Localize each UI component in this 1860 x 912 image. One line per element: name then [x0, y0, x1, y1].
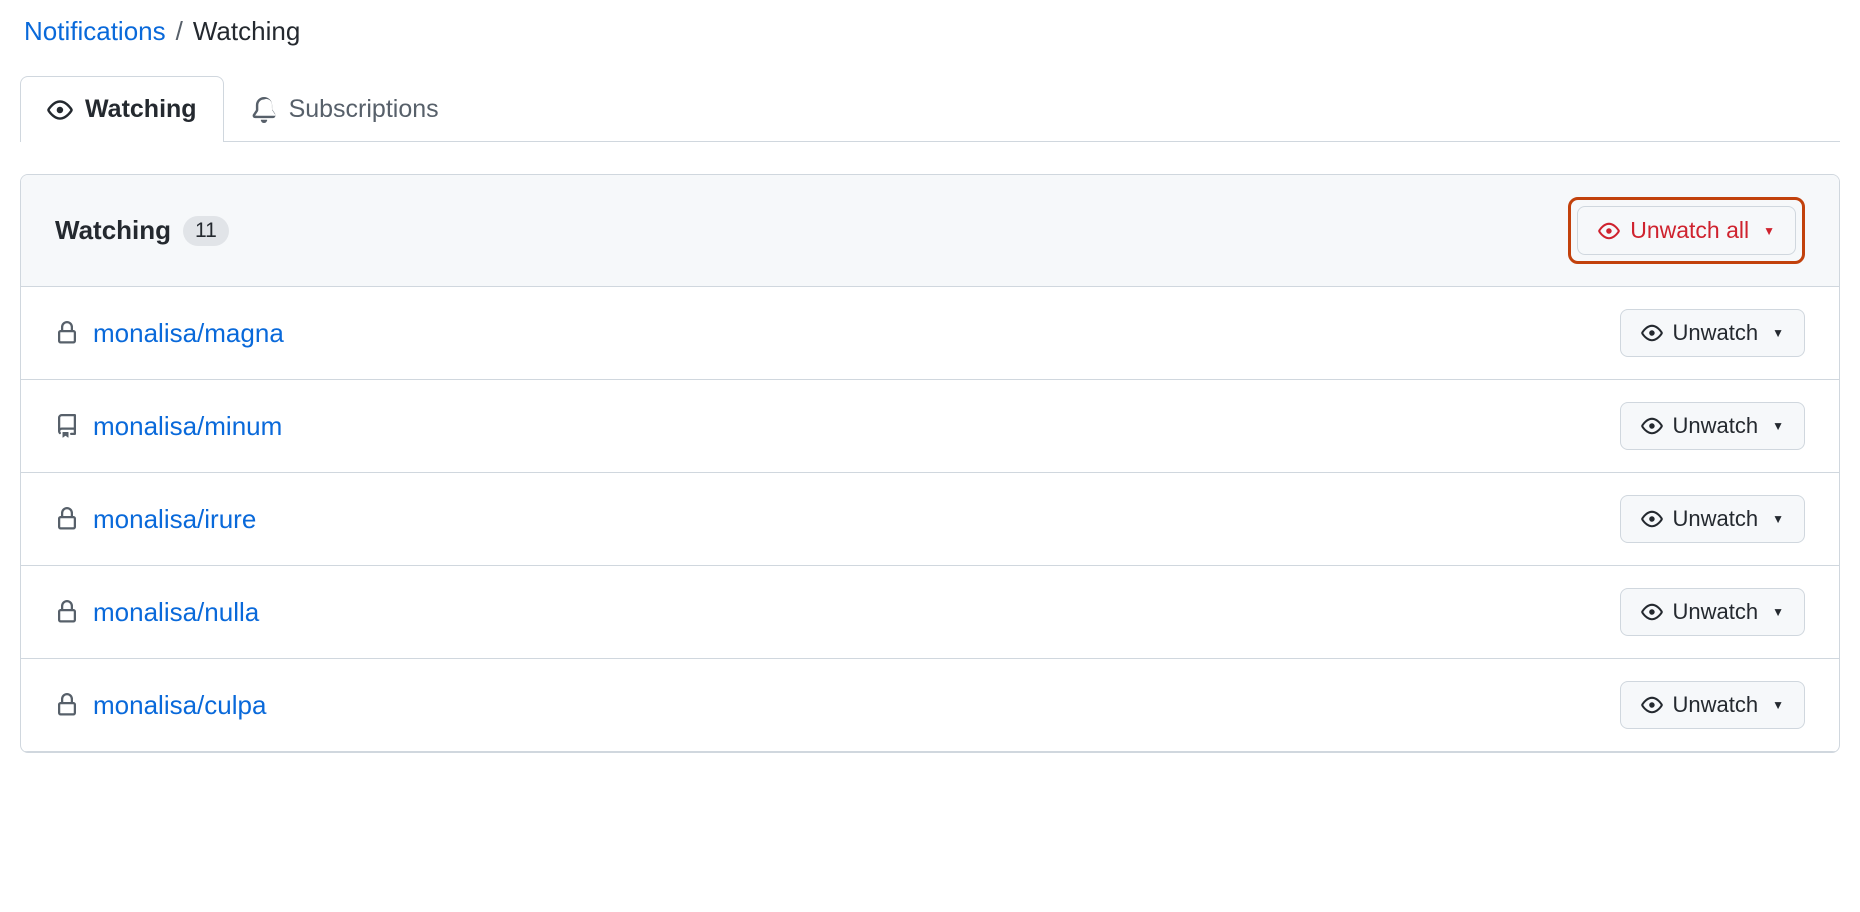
chevron-down-icon: ▼: [1772, 512, 1784, 526]
unwatch-button[interactable]: Unwatch ▼: [1620, 588, 1805, 636]
breadcrumb-separator: /: [176, 16, 183, 47]
repo-left: monalisa/magna: [55, 318, 284, 349]
unwatch-button[interactable]: Unwatch ▼: [1620, 402, 1805, 450]
eye-icon: [1598, 220, 1620, 242]
repo-item: monalisa/culpa Unwatch ▼: [21, 659, 1839, 752]
lock-icon: [55, 600, 79, 624]
unwatch-label: Unwatch: [1673, 599, 1759, 625]
unwatch-button[interactable]: Unwatch ▼: [1620, 681, 1805, 729]
unwatch-all-button[interactable]: Unwatch all ▼: [1577, 206, 1796, 255]
tab-subscriptions[interactable]: Subscriptions: [224, 76, 466, 142]
repo-item: monalisa/irure Unwatch ▼: [21, 473, 1839, 566]
eye-icon: [1641, 601, 1663, 623]
tab-watching[interactable]: Watching: [20, 76, 224, 142]
unwatch-button[interactable]: Unwatch ▼: [1620, 309, 1805, 357]
repo-item: monalisa/minum Unwatch ▼: [21, 380, 1839, 473]
lock-icon: [55, 693, 79, 717]
eye-icon: [1641, 415, 1663, 437]
lock-icon: [55, 321, 79, 345]
repo-item: monalisa/magna Unwatch ▼: [21, 287, 1839, 380]
repo-link[interactable]: monalisa/nulla: [93, 597, 259, 628]
chevron-down-icon: ▼: [1763, 224, 1775, 238]
repo-link[interactable]: monalisa/irure: [93, 504, 256, 535]
unwatch-button[interactable]: Unwatch ▼: [1620, 495, 1805, 543]
breadcrumb: Notifications / Watching: [20, 16, 1840, 47]
bell-icon: [251, 97, 277, 123]
unwatch-label: Unwatch: [1673, 506, 1759, 532]
tab-subscriptions-label: Subscriptions: [289, 95, 439, 124]
eye-icon: [1641, 694, 1663, 716]
unwatch-label: Unwatch: [1673, 413, 1759, 439]
watching-card: Watching 11 Unwatch all ▼ monalisa/magna…: [20, 174, 1840, 753]
unwatch-label: Unwatch: [1673, 692, 1759, 718]
lock-icon: [55, 507, 79, 531]
repo-link[interactable]: monalisa/magna: [93, 318, 284, 349]
repo-left: monalisa/culpa: [55, 690, 266, 721]
breadcrumb-current: Watching: [193, 16, 300, 47]
repo-link[interactable]: monalisa/culpa: [93, 690, 266, 721]
repo-list: monalisa/magna Unwatch ▼ monalisa/minum Unwa…: [21, 287, 1839, 752]
watching-count-badge: 11: [183, 216, 229, 246]
unwatch-all-label: Unwatch all: [1630, 217, 1749, 244]
unwatch-label: Unwatch: [1673, 320, 1759, 346]
repo-left: monalisa/nulla: [55, 597, 259, 628]
card-title-text: Watching: [55, 215, 171, 246]
chevron-down-icon: ▼: [1772, 605, 1784, 619]
annotation-highlight: Unwatch all ▼: [1568, 197, 1805, 264]
eye-icon: [47, 97, 73, 123]
chevron-down-icon: ▼: [1772, 698, 1784, 712]
card-title: Watching 11: [55, 215, 229, 246]
eye-icon: [1641, 508, 1663, 530]
tab-watching-label: Watching: [85, 95, 197, 124]
chevron-down-icon: ▼: [1772, 419, 1784, 433]
repo-left: monalisa/minum: [55, 411, 282, 442]
card-header: Watching 11 Unwatch all ▼: [21, 175, 1839, 287]
repo-item: monalisa/nulla Unwatch ▼: [21, 566, 1839, 659]
breadcrumb-notifications-link[interactable]: Notifications: [24, 16, 166, 47]
eye-icon: [1641, 322, 1663, 344]
repo-left: monalisa/irure: [55, 504, 256, 535]
repo-link[interactable]: monalisa/minum: [93, 411, 282, 442]
chevron-down-icon: ▼: [1772, 326, 1784, 340]
tab-nav: Watching Subscriptions: [20, 75, 1840, 142]
repo-icon: [55, 414, 79, 438]
